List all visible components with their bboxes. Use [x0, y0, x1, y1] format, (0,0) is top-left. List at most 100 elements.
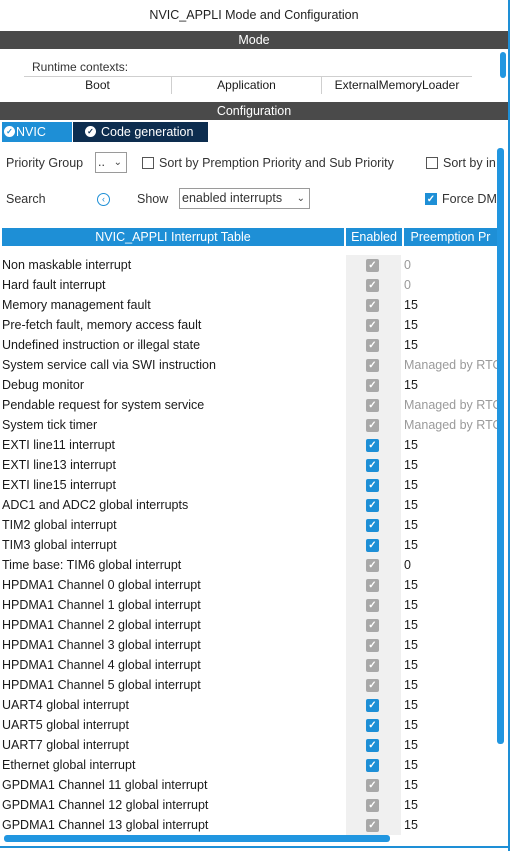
preemption-priority[interactable]: 15 — [404, 818, 497, 832]
enabled-checkbox[interactable]: ✓ — [366, 699, 379, 712]
preemption-priority[interactable]: 15 — [404, 518, 497, 532]
table-row[interactable]: HPDMA1 Channel 0 global interrupt ✓ 15 — [0, 575, 497, 595]
table-row[interactable]: ADC1 and ADC2 global interrupts ✓ 15 — [0, 495, 497, 515]
context-application[interactable]: Application — [172, 77, 322, 94]
enabled-checkbox: ✓ — [366, 259, 379, 272]
table-row[interactable]: EXTI line15 interrupt ✓ 15 — [0, 475, 497, 495]
table-row[interactable]: TIM2 global interrupt ✓ 15 — [0, 515, 497, 535]
table-row[interactable]: Time base: TIM6 global interrupt ✓ 0 — [0, 555, 497, 575]
preemption-priority[interactable]: 15 — [404, 538, 497, 552]
mode-section-header[interactable]: Mode — [0, 31, 508, 49]
preemption-priority[interactable]: 15 — [404, 578, 497, 592]
check-circle-icon: ✓ — [4, 126, 15, 137]
mode-scrollbar[interactable] — [500, 52, 506, 78]
table-row[interactable]: Hard fault interrupt ✓ 0 — [0, 275, 497, 295]
preemption-priority[interactable]: 15 — [404, 438, 497, 452]
show-select[interactable]: enabled interrupts ⌄ — [179, 188, 310, 209]
interrupt-name: Undefined instruction or illegal state — [2, 338, 201, 352]
priority-group-select[interactable]: .. ⌄ — [95, 152, 127, 173]
table-row[interactable]: Pendable request for system service ✓ Mana… — [0, 395, 497, 415]
preemption-priority[interactable]: 15 — [404, 698, 497, 712]
table-row[interactable]: EXTI line11 interrupt ✓ 15 — [0, 435, 497, 455]
preemption-priority[interactable]: 15 — [404, 598, 497, 612]
enabled-cell: ✓ — [346, 775, 401, 795]
enabled-checkbox[interactable]: ✓ — [366, 739, 379, 752]
enabled-checkbox[interactable]: ✓ — [366, 519, 379, 532]
preemption-priority[interactable]: 15 — [404, 738, 497, 752]
preemption-priority[interactable]: 15 — [404, 458, 497, 472]
interrupt-name: TIM3 global interrupt — [2, 538, 117, 552]
table-row[interactable]: HPDMA1 Channel 3 global interrupt ✓ 15 — [0, 635, 497, 655]
table-row[interactable]: UART4 global interrupt ✓ 15 — [0, 695, 497, 715]
sort-by-checkbox[interactable] — [426, 157, 438, 169]
context-external-memory-loader[interactable]: ExternalMemoryLoader — [322, 77, 472, 94]
table-row[interactable]: TIM3 global interrupt ✓ 15 — [0, 535, 497, 555]
horizontal-scrollbar[interactable] — [4, 835, 390, 842]
table-row[interactable]: Ethernet global interrupt ✓ 15 — [0, 755, 497, 775]
column-header-enabled[interactable]: Enabled — [346, 228, 404, 246]
preemption-priority[interactable]: 15 — [404, 658, 497, 672]
configuration-section-header[interactable]: Configuration — [0, 102, 508, 120]
table-row[interactable]: HPDMA1 Channel 2 global interrupt ✓ 15 — [0, 615, 497, 635]
table-row[interactable]: System tick timer ✓ Managed by RTO — [0, 415, 497, 435]
preemption-priority[interactable]: 15 — [404, 678, 497, 692]
preemption-priority[interactable]: 15 — [404, 798, 497, 812]
table-row[interactable]: Debug monitor ✓ 15 — [0, 375, 497, 395]
preemption-priority[interactable]: 15 — [404, 498, 497, 512]
force-label: Force DM — [442, 192, 497, 206]
preemption-priority[interactable]: 15 — [404, 638, 497, 652]
enabled-checkbox[interactable]: ✓ — [366, 439, 379, 452]
table-row[interactable]: Non maskable interrupt ✓ 0 — [0, 255, 497, 275]
enabled-checkbox[interactable]: ✓ — [366, 539, 379, 552]
enabled-checkbox[interactable]: ✓ — [366, 719, 379, 732]
preemption-priority[interactable]: 15 — [404, 478, 497, 492]
table-row[interactable]: HPDMA1 Channel 4 global interrupt ✓ 15 — [0, 655, 497, 675]
table-row[interactable]: GPDMA1 Channel 13 global interrupt ✓ 15 — [0, 815, 497, 835]
preemption-priority[interactable]: 15 — [404, 618, 497, 632]
table-row[interactable]: UART5 global interrupt ✓ 15 — [0, 715, 497, 735]
tab-code-generation[interactable]: ✓ Code generation — [73, 122, 208, 142]
table-row[interactable]: HPDMA1 Channel 1 global interrupt ✓ 15 — [0, 595, 497, 615]
enabled-checkbox[interactable]: ✓ — [366, 759, 379, 772]
enabled-checkbox[interactable]: ✓ — [366, 499, 379, 512]
table-row[interactable]: UART7 global interrupt ✓ 15 — [0, 735, 497, 755]
table-row[interactable]: GPDMA1 Channel 11 global interrupt ✓ 15 — [0, 775, 497, 795]
preemption-priority[interactable]: 15 — [404, 318, 497, 332]
column-header-preemption[interactable]: Preemption Pr — [404, 228, 497, 246]
enabled-checkbox: ✓ — [366, 599, 379, 612]
preemption-priority[interactable]: 15 — [404, 758, 497, 772]
enabled-checkbox: ✓ — [366, 659, 379, 672]
preemption-priority[interactable]: 15 — [404, 298, 497, 312]
table-row[interactable]: GPDMA1 Channel 12 global interrupt ✓ 15 — [0, 795, 497, 815]
sort-premption-checkbox[interactable] — [142, 157, 154, 169]
table-row[interactable]: HPDMA1 Channel 5 global interrupt ✓ 15 — [0, 675, 497, 695]
preemption-priority[interactable]: 15 — [404, 718, 497, 732]
interrupt-name: EXTI line13 interrupt — [2, 458, 116, 472]
vertical-scrollbar[interactable] — [497, 148, 504, 744]
enabled-checkbox[interactable]: ✓ — [366, 459, 379, 472]
table-row[interactable]: Undefined instruction or illegal state ✓ 1… — [0, 335, 497, 355]
column-header-interrupt[interactable]: NVIC_APPLI Interrupt Table — [2, 228, 346, 246]
force-checkbox[interactable]: ✓ — [425, 193, 437, 205]
enabled-cell: ✓ — [346, 535, 401, 555]
preemption-priority: 0 — [404, 258, 411, 272]
interrupt-name: Debug monitor — [2, 378, 84, 392]
preemption-priority[interactable]: 15 — [404, 778, 497, 792]
preemption-priority[interactable]: 15 — [404, 338, 497, 352]
table-row[interactable]: System service call via SWI instruction ✓… — [0, 355, 497, 375]
preemption-priority[interactable]: 15 — [404, 378, 497, 392]
tab-nvic[interactable]: ✓ NVIC — [2, 122, 72, 142]
table-row[interactable]: Memory management fault ✓ 15 — [0, 295, 497, 315]
interrupt-name: UART7 global interrupt — [2, 738, 129, 752]
interrupt-name: Memory management fault — [2, 298, 151, 312]
table-row[interactable]: Pre-fetch fault, memory access fault ✓ 15 — [0, 315, 497, 335]
table-row[interactable]: EXTI line13 interrupt ✓ 15 — [0, 455, 497, 475]
enabled-cell: ✓ — [346, 755, 401, 775]
enabled-checkbox[interactable]: ✓ — [366, 479, 379, 492]
mode-panel: Runtime contexts: Boot Application Exter… — [0, 49, 508, 96]
search-back-icon[interactable]: ‹ — [97, 193, 110, 206]
enabled-cell: ✓ — [346, 355, 401, 375]
interrupt-name: Time base: TIM6 global interrupt — [2, 558, 182, 572]
context-boot[interactable]: Boot — [24, 77, 172, 94]
preemption-priority[interactable]: 0 — [404, 558, 497, 572]
